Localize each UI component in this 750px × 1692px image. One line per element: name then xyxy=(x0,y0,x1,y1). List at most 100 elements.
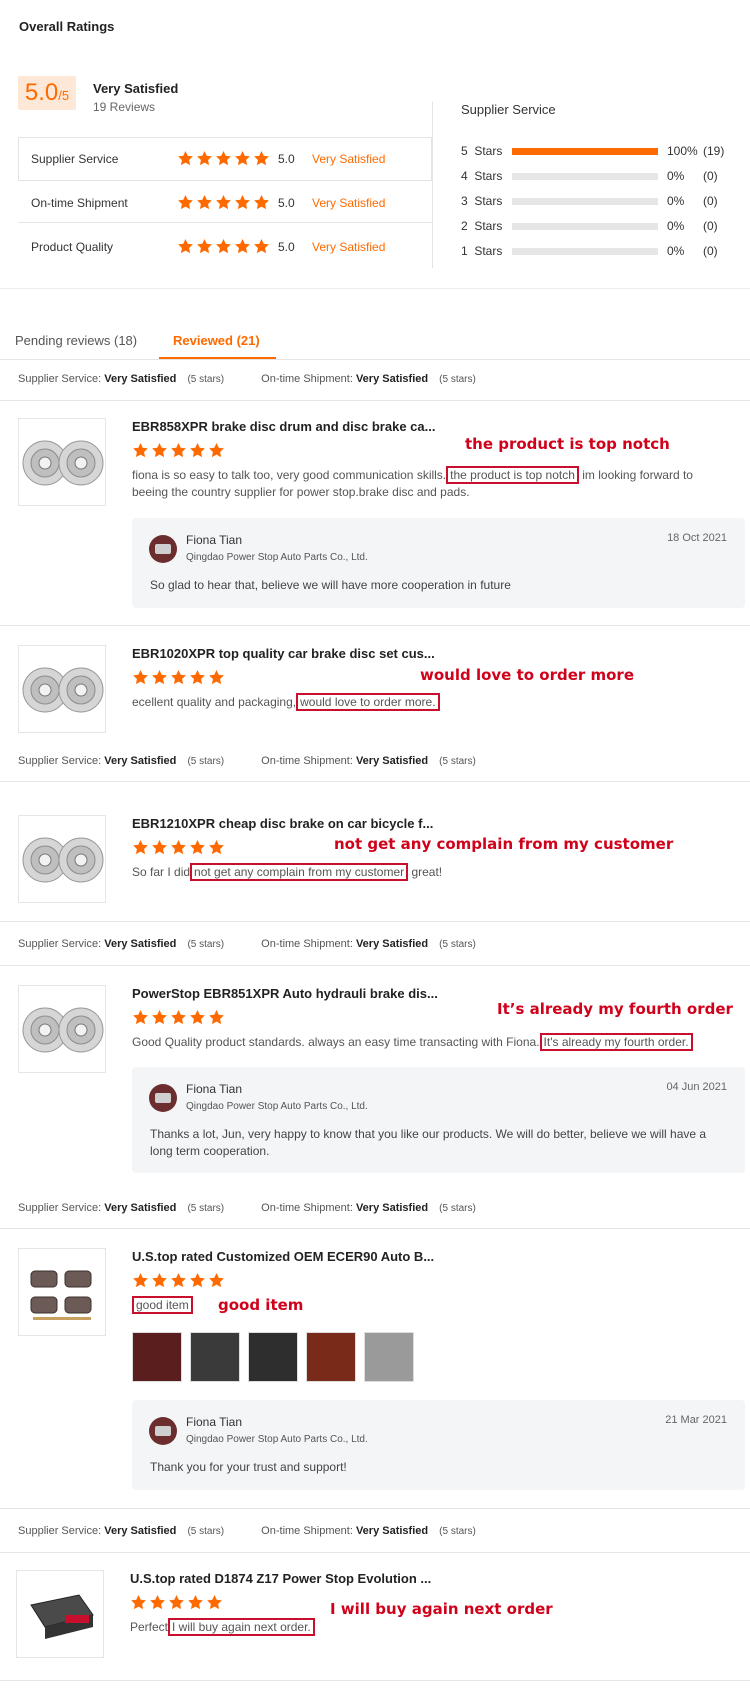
brake-disc-thumbnail xyxy=(22,837,104,883)
tab-pending-reviews[interactable]: Pending reviews (18) xyxy=(15,333,137,348)
supplier-service-value: Very Satisfied xyxy=(104,938,177,950)
brake-disc-thumbnail xyxy=(22,440,104,486)
overall-label: Very Satisfied xyxy=(93,81,179,96)
avatar xyxy=(149,1417,177,1445)
star-icon xyxy=(152,443,167,458)
reply-author: Fiona Tian xyxy=(186,1082,243,1096)
star-icon xyxy=(171,443,186,458)
reply-date: 04 Jun 2021 xyxy=(666,1081,727,1093)
supplier-service-stars: (5 stars) xyxy=(187,374,225,385)
breakdown-row-label: 2 Stars xyxy=(461,219,503,233)
rating-summary-line: Supplier Service: Very Satisfied (5 star… xyxy=(18,938,476,950)
supplier-service-stars: (5 stars) xyxy=(187,1203,225,1214)
avatar xyxy=(149,535,177,563)
divider xyxy=(0,1508,750,1509)
ratings-divider xyxy=(432,102,433,268)
shipment-stars: (5 stars) xyxy=(439,374,476,385)
star-icon xyxy=(190,1010,205,1025)
shipment-stars: (5 stars) xyxy=(439,939,476,950)
product-thumbnail[interactable] xyxy=(18,815,106,903)
product-title[interactable]: EBR1020XPR top quality car brake disc se… xyxy=(132,646,435,661)
supplier-service-stars: (5 stars) xyxy=(187,939,225,950)
tab-reviewed[interactable]: Reviewed (21) xyxy=(173,333,260,348)
score-badge: 5.0 /5 xyxy=(18,76,76,110)
review-highlight: would love to order more. xyxy=(296,693,440,711)
review-photo[interactable] xyxy=(132,1332,182,1382)
criterion-label: Very Satisfied xyxy=(312,152,386,166)
star-icon xyxy=(178,239,193,254)
star-icon xyxy=(131,1595,146,1610)
supplier-service-stars: (5 stars) xyxy=(187,1526,225,1537)
product-thumbnail[interactable] xyxy=(16,1570,104,1658)
shipment-value: Very Satisfied xyxy=(355,1202,429,1214)
brake-pad-thumbnail xyxy=(30,1594,94,1639)
product-title[interactable]: EBR1210XPR cheap disc brake on car bicyc… xyxy=(132,816,433,831)
star-icon xyxy=(133,1273,148,1288)
star-icon xyxy=(254,195,269,210)
star-icon xyxy=(152,840,167,855)
supplier-reply: Fiona Tian Qingdao Power Stop Auto Parts… xyxy=(132,1067,745,1173)
review-annotation: the product is top notch xyxy=(465,435,670,453)
breakdown-bar xyxy=(512,173,658,180)
star-icon xyxy=(216,195,231,210)
review-stars xyxy=(130,1594,223,1611)
product-thumbnail[interactable] xyxy=(18,645,106,733)
shipment-value: Very Satisfied xyxy=(355,938,429,950)
star-icon xyxy=(209,1273,224,1288)
product-title[interactable]: U.S.top rated D1874 Z17 Power Stop Evolu… xyxy=(130,1571,431,1586)
breakdown-bar-fill xyxy=(512,148,658,155)
star-icon xyxy=(188,1595,203,1610)
supplier-service-label: Supplier Service: xyxy=(18,755,102,767)
star-icon xyxy=(235,151,250,166)
review-highlight: the product is top notch xyxy=(446,466,579,484)
product-thumbnail[interactable] xyxy=(18,418,106,506)
breakdown-pct: 100% xyxy=(667,144,698,158)
star-rating xyxy=(132,1272,225,1289)
star-icon xyxy=(190,1273,205,1288)
review-text: ecellent quality and packaging, would lov… xyxy=(132,693,722,711)
product-title[interactable]: EBR858XPR brake disc drum and disc brake… xyxy=(132,419,435,434)
breakdown-pct: 0% xyxy=(667,244,685,258)
brake-disc-thumbnail xyxy=(22,667,104,713)
review-photo[interactable] xyxy=(248,1332,298,1382)
star-icon xyxy=(235,195,250,210)
criterion-stars xyxy=(177,194,270,211)
review-text: So far I did not get any complain from my… xyxy=(132,863,722,881)
product-title[interactable]: U.S.top rated Customized OEM ECER90 Auto… xyxy=(132,1249,434,1264)
supplier-service-label: Supplier Service: xyxy=(18,1525,102,1537)
breakdown-pct: 0% xyxy=(667,169,685,183)
reply-text: So glad to hear that, believe we will ha… xyxy=(150,578,511,592)
star-rating xyxy=(177,238,270,255)
star-icon xyxy=(152,670,167,685)
product-thumbnail[interactable] xyxy=(18,1248,106,1336)
divider xyxy=(0,965,750,966)
reply-author: Fiona Tian xyxy=(186,1415,243,1429)
product-title[interactable]: PowerStop EBR851XPR Auto hydrauli brake … xyxy=(132,986,438,1001)
shipment-value: Very Satisfied xyxy=(355,373,429,385)
breakdown-count: (19) xyxy=(703,144,725,158)
review-text: fiona is so easy to talk too, very good … xyxy=(132,466,722,501)
breakdown-count: (0) xyxy=(703,219,718,233)
review-photo[interactable] xyxy=(364,1332,414,1382)
star-icon xyxy=(254,151,269,166)
shipment-stars: (5 stars) xyxy=(439,1203,476,1214)
star-icon xyxy=(209,670,224,685)
supplier-service-value: Very Satisfied xyxy=(104,1202,177,1214)
review-annotation: I will buy again next order xyxy=(330,1600,553,1618)
product-thumbnail[interactable] xyxy=(18,985,106,1073)
star-icon xyxy=(133,840,148,855)
divider xyxy=(0,921,750,922)
supplier-service-stars: (5 stars) xyxy=(187,756,225,767)
star-icon xyxy=(209,443,224,458)
review-annotation: would love to order more xyxy=(420,666,634,684)
reply-author: Fiona Tian xyxy=(186,533,243,547)
star-icon xyxy=(216,151,231,166)
star-icon xyxy=(197,239,212,254)
star-icon xyxy=(171,1273,186,1288)
criterion-score: 5.0 xyxy=(278,152,295,166)
criterion-name: On-time Shipment xyxy=(31,196,128,210)
review-photo[interactable] xyxy=(190,1332,240,1382)
breakdown-pct: 0% xyxy=(667,219,685,233)
star-icon xyxy=(178,195,193,210)
review-photo[interactable] xyxy=(306,1332,356,1382)
